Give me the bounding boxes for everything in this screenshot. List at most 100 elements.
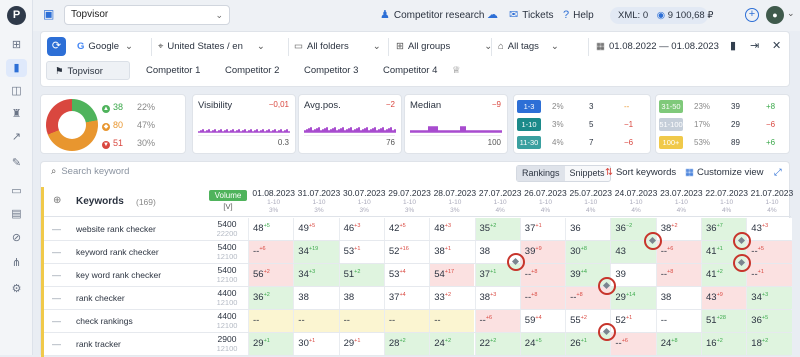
trophy-icon[interactable]: ♜	[6, 105, 27, 123]
position-cell[interactable]: 24+8	[655, 333, 701, 355]
table-row[interactable]: — rank checker 4400 12100 36+2 38 38 37+4 33+2 38…	[44, 287, 792, 310]
position-cell[interactable]: 37+4	[383, 287, 430, 309]
date-column-header[interactable]: 01.08.2023 1-10 3%	[251, 188, 296, 215]
table-row[interactable]: — key word rank checker 5400 12100 56+2 34+3 5…	[44, 264, 792, 287]
topvisor-logo-icon[interactable]: P	[7, 6, 26, 25]
date-column-header[interactable]: 28.07.2023 1-10 3%	[432, 188, 477, 215]
position-cell[interactable]: 28+2	[383, 333, 430, 355]
position-cell[interactable]: --+8	[655, 264, 701, 286]
position-cell[interactable]: 39+9	[519, 241, 566, 263]
position-cell[interactable]: 16+2	[701, 333, 747, 355]
groups-select[interactable]: ⊞ All groups ⌄	[396, 39, 492, 55]
position-cell[interactable]: 38+3	[474, 287, 520, 309]
chevron-down-icon[interactable]: ⌄	[787, 8, 795, 19]
position-cell[interactable]: 24+5	[519, 333, 566, 355]
position-cell[interactable]: --	[383, 310, 430, 332]
position-cell[interactable]: 29+1	[248, 333, 294, 355]
inbox-icon[interactable]: ▤	[6, 205, 27, 223]
date-column-header[interactable]: 31.07.2023 1-10 3%	[296, 188, 341, 215]
position-cell[interactable]: 33+2	[429, 287, 475, 309]
table-row[interactable]: — check rankings 4400 12100 -- -- -- -- -- --+6 59…	[44, 310, 792, 333]
range-badge[interactable]: 1-10	[517, 118, 541, 131]
project-select[interactable]: Topvisor ⌄	[64, 5, 230, 25]
position-cell[interactable]: --+6	[655, 241, 701, 263]
position-cell[interactable]: 51+28	[701, 310, 747, 332]
balance-pill[interactable]: XML: 0 ◉ 9 100,68 ₽	[610, 7, 713, 24]
position-cell[interactable]: --+6	[474, 310, 520, 332]
position-cell[interactable]: --	[429, 310, 475, 332]
competitor-tab-4[interactable]: Competitor 4	[375, 61, 437, 80]
fullscreen-icon[interactable]: ⤢	[774, 167, 782, 178]
position-cell[interactable]: 42+5	[383, 218, 430, 240]
tools-icon[interactable]: ✎	[6, 154, 27, 172]
date-range-select[interactable]: ▦ 01.08.2022 — 01.08.2023	[596, 39, 719, 55]
position-cell[interactable]: --+8	[519, 287, 566, 309]
position-cell[interactable]: 52+1	[610, 310, 656, 332]
cloud-upload-icon[interactable]: ☁	[487, 7, 502, 24]
date-column-header[interactable]: 22.07.2023 1-10 4%	[704, 188, 749, 215]
audit-icon[interactable]: ⊘	[6, 229, 27, 247]
row-menu-icon[interactable]: —	[52, 247, 61, 257]
position-cell[interactable]: 54+17	[429, 264, 475, 286]
position-cell[interactable]: 38	[293, 287, 339, 309]
table-row[interactable]: — rank tracker 2900 12100 29+1 30+1 29+1 28+2 24…	[44, 333, 792, 356]
position-cell[interactable]: 29+1	[338, 333, 384, 355]
position-cell[interactable]: 34+3	[746, 287, 792, 309]
position-cell[interactable]: 38	[338, 287, 384, 309]
position-cell[interactable]: 48+3	[429, 218, 475, 240]
keyword-cell[interactable]: rank tracker	[76, 339, 121, 349]
keywords-header[interactable]: Keywords	[76, 196, 124, 207]
position-cell[interactable]: --+5	[746, 241, 792, 263]
avatar[interactable]: ●	[766, 6, 784, 24]
position-cell[interactable]: --	[338, 310, 384, 332]
keyword-cell[interactable]: website rank checker	[76, 224, 156, 234]
tab-rankings[interactable]: Rankings	[517, 166, 565, 181]
position-cell[interactable]: 34+3	[293, 264, 339, 286]
position-cell[interactable]: --	[293, 310, 339, 332]
position-cell[interactable]: 53+4	[383, 264, 430, 286]
keyword-cell[interactable]: keyword rank checker	[76, 247, 159, 257]
position-cell[interactable]: 59+4	[519, 310, 566, 332]
position-cell[interactable]: --+6	[248, 241, 294, 263]
position-cell[interactable]: 38+2	[655, 218, 701, 240]
position-cell[interactable]: --+6	[610, 333, 656, 355]
position-cell[interactable]: 36+5	[746, 310, 792, 332]
position-cell[interactable]: 49+5	[293, 218, 339, 240]
date-column-header[interactable]: 25.07.2023 1-10 4%	[568, 188, 613, 215]
keyword-cell[interactable]: check rankings	[76, 316, 133, 326]
position-cell[interactable]: --	[248, 310, 294, 332]
position-cell[interactable]: 36	[565, 218, 611, 240]
target-icon[interactable]: ⊕	[53, 195, 61, 206]
analytics-icon[interactable]: ↗	[6, 128, 27, 146]
competitor-tab-1[interactable]: Competitor 1	[138, 61, 200, 80]
keyword-cell[interactable]: rank checker	[76, 293, 125, 303]
position-cell[interactable]: 51+2	[338, 264, 384, 286]
volume-header[interactable]: Volume [V]	[209, 190, 247, 212]
tools-icon[interactable]: ✕	[772, 39, 781, 52]
table-row[interactable]: — keyword rank checker 5400 12100 --+6 34+19 5…	[44, 241, 792, 264]
position-cell[interactable]: 46+3	[338, 218, 384, 240]
date-column-header[interactable]: 29.07.2023 1-10 3%	[387, 188, 432, 215]
sort-keywords-button[interactable]: ⇅ Sort keywords	[605, 167, 676, 178]
date-column-header[interactable]: 30.07.2023 1-10 3%	[342, 188, 387, 215]
customize-view-button[interactable]: ▦ Customize view	[685, 167, 764, 178]
search-input[interactable]: ⌕ Search keyword	[51, 166, 129, 177]
date-column-header[interactable]: 24.07.2023 1-10 4%	[613, 188, 658, 215]
position-cell[interactable]: 30+1	[293, 333, 339, 355]
position-cell[interactable]: 52+16	[383, 241, 430, 263]
position-cell[interactable]: 38+1	[429, 241, 475, 263]
help-link[interactable]: ? Help	[563, 7, 594, 24]
range-badge[interactable]: 1-3	[517, 100, 541, 113]
range-badge[interactable]: 11-30	[517, 136, 541, 149]
competitor-tab-topvisor[interactable]: ⚑ Topvisor	[46, 61, 130, 80]
position-cell[interactable]: 22+2	[474, 333, 520, 355]
position-cell[interactable]: 29+14	[610, 287, 656, 309]
position-cell[interactable]: 56+2	[248, 264, 294, 286]
keyword-cell[interactable]: key word rank checker	[76, 270, 161, 280]
position-cell[interactable]: 53+1	[338, 241, 384, 263]
range-badge[interactable]: 100+	[659, 136, 683, 149]
position-cell[interactable]: 37+1	[519, 218, 566, 240]
row-menu-icon[interactable]: —	[52, 339, 61, 349]
tickets-link[interactable]: ✉ Tickets	[509, 7, 554, 24]
position-cell[interactable]: 30+8	[565, 241, 611, 263]
